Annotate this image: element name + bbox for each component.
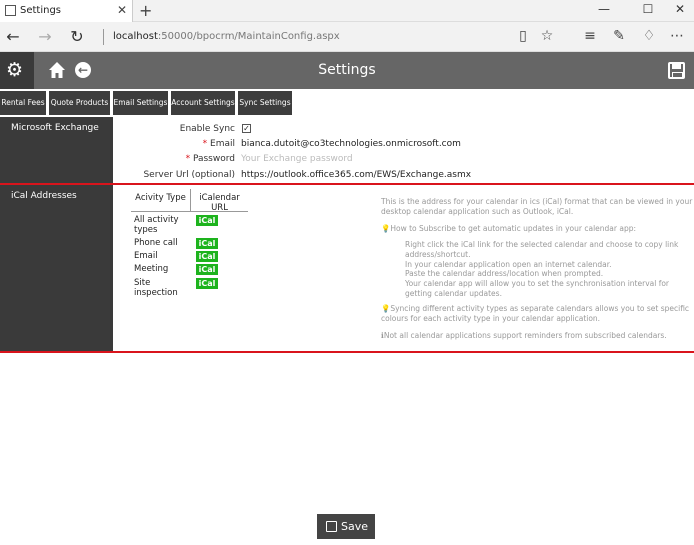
lightbulb-icon: 💡	[381, 224, 391, 233]
floppy-icon	[326, 521, 337, 532]
forward-icon: →	[38, 27, 52, 46]
ical-link-all[interactable]: iCal	[196, 215, 218, 226]
web-note-icon[interactable]: ✎	[609, 28, 629, 44]
ical-link-meeting[interactable]: iCal	[196, 264, 218, 275]
page-title: Settings	[318, 62, 376, 78]
password-label-text: Password	[192, 154, 235, 164]
page-icon	[5, 5, 16, 16]
app-header: ⚙ ← Settings	[0, 52, 694, 89]
ical-link-phone-call[interactable]: iCal	[196, 238, 218, 249]
enable-sync-checkbox[interactable]: ✓	[242, 124, 251, 133]
enable-sync-label: Enable Sync	[179, 124, 235, 134]
email-label: * Email	[113, 139, 235, 149]
ical-link-email[interactable]: iCal	[196, 251, 218, 262]
help-colours: 💡Syncing different activity types as sep…	[381, 304, 693, 323]
help-step-1: Right click the iCal link for the select…	[405, 240, 679, 259]
server-url-label: Server Url (optional)	[143, 170, 235, 180]
more-icon[interactable]: ⋯	[667, 28, 687, 44]
hub-icon[interactable]: ≡	[580, 28, 600, 44]
url-path: :50000/bpocrm/MaintainConfig.aspx	[157, 31, 340, 42]
url-field[interactable]: localhost:50000/bpocrm/MaintainConfig.as…	[113, 31, 340, 42]
save-button[interactable]: Save	[317, 514, 375, 539]
reading-view-icon[interactable]: ▯	[513, 28, 533, 44]
password-label: * Password	[113, 154, 235, 164]
activity-type-site-inspection: Site inspection	[134, 278, 178, 298]
favorite-star-icon[interactable]: ☆	[537, 28, 557, 44]
activity-type-meeting: Meeting	[134, 264, 169, 274]
activity-type-all: All activity types	[134, 215, 179, 235]
section-divider	[0, 351, 694, 353]
share-icon[interactable]: ♢	[639, 28, 659, 44]
section-label-ical: iCal Addresses	[0, 185, 113, 351]
help-intro: This is the address for your calendar in…	[381, 197, 693, 216]
close-window-icon[interactable]: ✕	[660, 2, 694, 16]
help-colours-text: Syncing different activity types as sepa…	[381, 304, 690, 323]
help-howto: 💡How to Subscribe to get automatic updat…	[381, 224, 693, 234]
table-header-divider	[131, 211, 248, 212]
col-header-icalendar-url: iCalendar URL	[199, 193, 240, 213]
section-label-exchange: Microsoft Exchange	[0, 117, 113, 184]
refresh-icon[interactable]: ↻	[66, 27, 88, 46]
tab-email-settings[interactable]: Email Settings	[113, 91, 168, 115]
email-label-text: Email	[210, 139, 235, 149]
tab-title: Settings	[20, 5, 62, 16]
tab-quote-products[interactable]: Quote Products	[49, 91, 110, 115]
required-marker: *	[185, 154, 193, 164]
help-step-4: Your calendar app will allow you to set …	[405, 279, 670, 298]
activity-type-email: Email	[134, 251, 158, 261]
address-bar: ← → ↻ localhost:50000/bpocrm/MaintainCon…	[0, 22, 694, 52]
save-button-label: Save	[341, 520, 369, 533]
ical-link-site-inspection[interactable]: iCal	[196, 278, 218, 289]
url-host: localhost	[113, 31, 158, 42]
tab-account-settings[interactable]: Account Settings	[171, 91, 235, 115]
help-step-3: Paste the calendar address/location when…	[405, 269, 604, 278]
minimize-icon[interactable]: —	[584, 2, 624, 16]
help-howto-text: How to Subscribe to get automatic update…	[390, 224, 636, 233]
email-field[interactable]: bianca.dutoit@co3technologies.onmicrosof…	[241, 139, 461, 149]
url-separator	[103, 29, 104, 45]
lightbulb-icon: 💡	[381, 304, 391, 313]
tab-sync-settings[interactable]: Sync Settings	[238, 91, 292, 115]
table-column-divider	[190, 189, 191, 212]
tab-rental-fees[interactable]: Rental Fees	[0, 91, 46, 115]
help-note-text: Not all calendar applications support re…	[383, 331, 667, 340]
back-icon[interactable]: ←	[2, 27, 24, 46]
col-header-activity-type: Acivity Type	[135, 193, 186, 203]
browser-titlebar: Settings ✕ + — ☐ ✕	[0, 0, 694, 22]
server-url-field[interactable]: https://outlook.office365.com/EWS/Exchan…	[241, 170, 471, 180]
tab-close-icon[interactable]: ✕	[117, 3, 127, 17]
browser-tab[interactable]: Settings ✕	[0, 0, 133, 22]
activity-type-phone-call: Phone call	[134, 238, 178, 248]
required-marker: *	[202, 139, 211, 149]
password-field[interactable]: Your Exchange password	[241, 154, 353, 164]
save-icon[interactable]	[668, 62, 685, 79]
help-note: ℹNot all calendar applications support r…	[381, 331, 693, 341]
new-tab-icon[interactable]: +	[139, 1, 152, 20]
